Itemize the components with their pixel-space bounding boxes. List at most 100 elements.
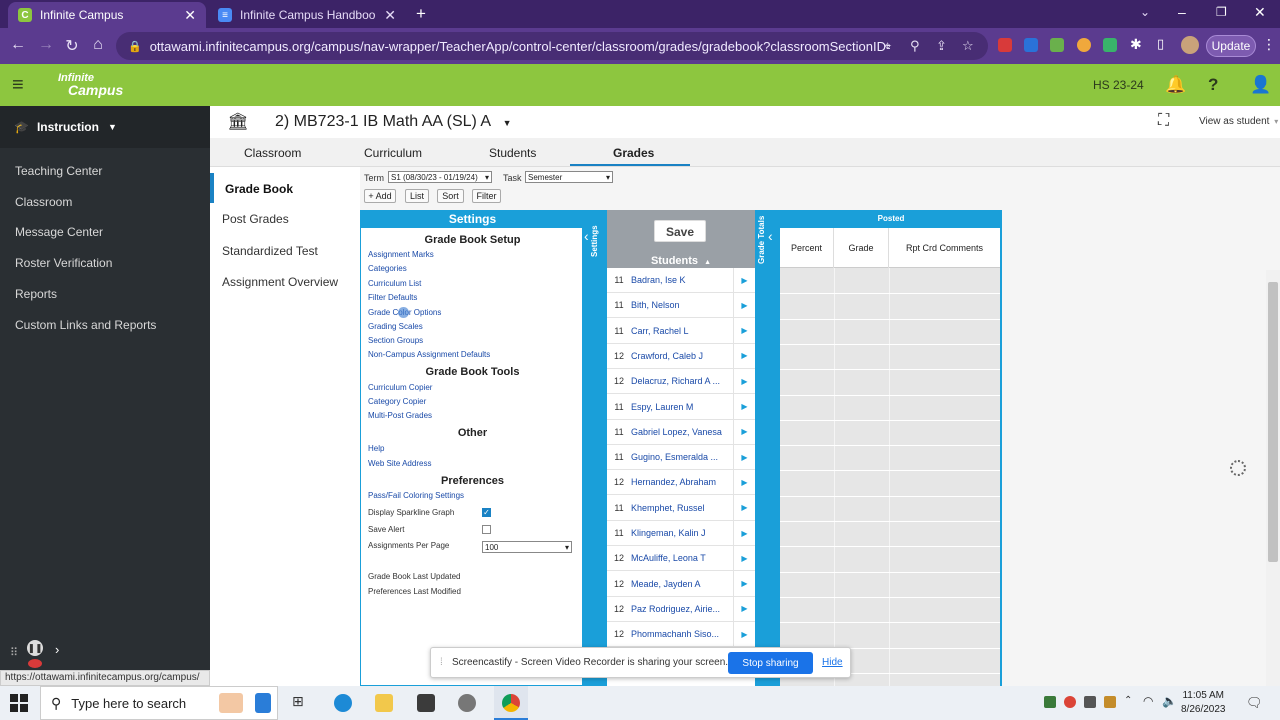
taskbar-search-box[interactable]: ⚲ Type here to search (40, 686, 278, 720)
close-tab-icon[interactable]: ✕ (384, 7, 396, 24)
student-row[interactable]: 11 Carr, Rachel L ▶ (607, 318, 755, 344)
infinite-campus-logo[interactable]: Infinite Campus (58, 72, 123, 97)
list-button[interactable]: List (405, 189, 429, 203)
extension-orange-icon[interactable] (1077, 38, 1091, 52)
tab-students[interactable]: Students (489, 146, 536, 160)
browser-tab-infinite-campus[interactable]: C Infinite Campus ✕ (8, 2, 206, 28)
share-icon[interactable]: ⇪ (936, 38, 947, 54)
help-question-icon[interactable]: ? (1208, 75, 1218, 95)
student-row[interactable]: 11 Badran, Ise K ▶ (607, 267, 755, 293)
hamburger-menu-icon[interactable]: ≡ (12, 74, 24, 97)
student-expand-arrow-icon[interactable]: ▶ (733, 444, 755, 470)
task-select[interactable]: Semester ▾ (525, 171, 613, 183)
reload-icon[interactable]: ↻ (62, 36, 82, 56)
student-name-link[interactable]: Gabriel Lopez, Vanesa (631, 427, 733, 437)
grading-scales-link[interactable]: Grading Scales (368, 322, 423, 331)
forward-arrow-icon[interactable]: → (36, 36, 56, 54)
tray-chrome-icon[interactable] (1064, 696, 1076, 708)
sidebar-item-message-center[interactable]: Message Center (15, 225, 103, 239)
back-arrow-icon[interactable]: ← (8, 36, 28, 54)
assignment-marks-link[interactable]: Assignment Marks (368, 250, 434, 259)
restore-window-icon[interactable]: ❐ (1216, 5, 1227, 19)
student-expand-arrow-icon[interactable]: ▶ (733, 419, 755, 445)
pause-recording-icon[interactable]: ❚❚ (27, 640, 43, 656)
tray-app-icon[interactable] (1104, 696, 1116, 708)
student-row[interactable]: 11 Gabriel Lopez, Vanesa ▶ (607, 419, 755, 445)
student-name-link[interactable]: Badran, Ise K (631, 275, 733, 285)
extensions-puzzle-icon[interactable]: ✱ (1130, 36, 1142, 53)
tray-app-icon[interactable] (1044, 696, 1056, 708)
student-row[interactable]: 11 Bith, Nelson ▶ (607, 292, 755, 319)
student-expand-arrow-icon[interactable]: ▶ (733, 318, 755, 344)
chrome-taskbar-button[interactable] (494, 686, 528, 720)
drag-handle-icon[interactable]: ⠿ (10, 646, 18, 659)
save-button[interactable]: Save (654, 220, 706, 242)
grade-column-header[interactable]: Grade (834, 228, 889, 268)
student-expand-arrow-icon[interactable]: ▶ (733, 267, 755, 293)
volume-icon[interactable]: 🔈 (1162, 694, 1177, 708)
sidebar-item-custom-links[interactable]: Custom Links and Reports (15, 318, 156, 332)
curriculum-copier-link[interactable]: Curriculum Copier (368, 383, 432, 392)
student-row[interactable]: 12 Phommachanh Siso... ▶ (607, 621, 755, 648)
student-name-link[interactable]: Espy, Lauren M (631, 402, 733, 412)
student-name-link[interactable]: Carr, Rachel L (631, 326, 733, 336)
student-expand-arrow-icon[interactable]: ▶ (733, 343, 755, 369)
subnav-grade-book[interactable]: Grade Book (225, 182, 293, 196)
notifications-icon[interactable]: 🗨 (1246, 695, 1263, 711)
collapse-left-icon[interactable]: ‹ (584, 228, 589, 244)
student-name-link[interactable]: Bith, Nelson (631, 300, 733, 310)
student-row[interactable]: 11 Gugino, Esmeralda ... ▶ (607, 444, 755, 471)
update-button[interactable]: Update (1206, 35, 1256, 57)
mail-icon[interactable] (417, 694, 435, 712)
side-panel-icon[interactable]: ▯ (1157, 36, 1164, 52)
sparkline-checkbox[interactable]: ✓ (482, 508, 491, 517)
scrollbar-thumb[interactable] (1268, 282, 1278, 562)
student-expand-arrow-icon[interactable]: ▶ (733, 621, 755, 647)
stop-sharing-button[interactable]: Stop sharing (728, 652, 813, 674)
term-select[interactable]: S1 (08/30/23 - 01/19/24) ▾ (388, 171, 492, 183)
extension-blue-icon[interactable] (1024, 38, 1038, 52)
help-link[interactable]: Help (368, 444, 384, 453)
extension-screencastify-icon[interactable] (998, 38, 1012, 52)
windows-start-icon[interactable] (10, 694, 28, 712)
new-tab-icon[interactable]: + (416, 4, 426, 24)
expand-controls-icon[interactable]: › (55, 642, 59, 657)
comments-column-header[interactable]: Rpt Crd Comments (889, 228, 1000, 268)
bookmark-star-icon[interactable]: ☆ (962, 38, 974, 54)
web-site-address-link[interactable]: Web Site Address (368, 459, 431, 468)
filter-button[interactable]: Filter (472, 189, 501, 203)
student-row[interactable]: 11 Espy, Lauren M ▶ (607, 394, 755, 420)
hide-sharing-bar-link[interactable]: Hide (822, 657, 843, 668)
student-expand-arrow-icon[interactable]: ▶ (733, 495, 755, 521)
tray-overflow-chevron-icon[interactable]: ⌃ (1124, 695, 1132, 706)
student-row[interactable]: 12 Delacruz, Richard A ... ▶ (607, 368, 755, 395)
tray-app-icon[interactable] (1084, 696, 1096, 708)
student-expand-arrow-icon[interactable]: ▶ (733, 469, 755, 495)
zoom-icon[interactable]: ⚲ (910, 38, 920, 54)
sidebar-item-classroom[interactable]: Classroom (15, 195, 72, 209)
student-name-link[interactable]: Paz Rodriguez, Airie... (631, 604, 733, 614)
edge-browser-icon[interactable] (334, 694, 352, 712)
student-expand-arrow-icon[interactable]: ▶ (733, 394, 755, 419)
drag-handle-icon[interactable]: ⁞ (440, 657, 443, 668)
location-icon[interactable]: ⌖ (884, 38, 891, 54)
tab-curriculum[interactable]: Curriculum (364, 146, 422, 160)
subnav-standardized-test[interactable]: Standardized Test (222, 244, 318, 258)
stop-recording-icon[interactable] (28, 659, 42, 668)
save-alert-checkbox[interactable] (482, 525, 491, 534)
wifi-icon[interactable]: ◠ (1143, 694, 1153, 708)
page-scrollbar[interactable] (1266, 270, 1280, 686)
sort-button[interactable]: Sort (437, 189, 464, 203)
section-selector[interactable]: 2) MB723-1 IB Math AA (SL) A ▼ (275, 113, 512, 131)
per-page-select[interactable]: 100 ▾ (482, 541, 572, 553)
students-sort-header[interactable]: Students ▲ (607, 255, 755, 267)
collapse-left-icon[interactable]: ‹ (768, 228, 773, 244)
filter-defaults-link[interactable]: Filter Defaults (368, 293, 417, 302)
multi-post-grades-link[interactable]: Multi-Post Grades (368, 411, 432, 420)
student-name-link[interactable]: McAuliffe, Leona T (631, 553, 733, 563)
student-name-link[interactable]: Klingeman, Kalin J (631, 528, 733, 538)
student-name-link[interactable]: Meade, Jayden A (631, 579, 733, 589)
view-as-student-toggle[interactable]: View as student ▾ (1199, 116, 1278, 127)
curriculum-list-link[interactable]: Curriculum List (368, 279, 421, 288)
close-tab-icon[interactable]: ✕ (184, 7, 196, 24)
